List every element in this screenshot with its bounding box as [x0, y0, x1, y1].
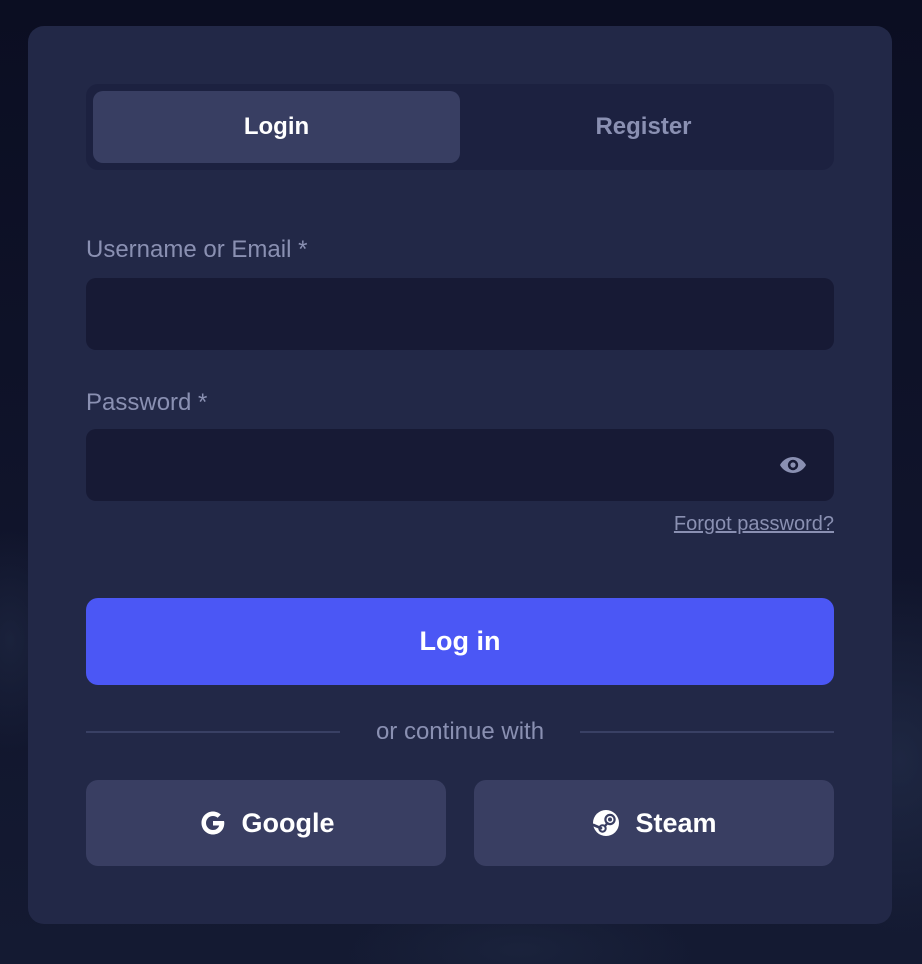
tab-login[interactable]: Login — [93, 91, 460, 163]
password-input[interactable] — [86, 429, 834, 501]
username-input[interactable] — [86, 278, 834, 350]
google-label: Google — [241, 807, 335, 838]
steam-label: Steam — [635, 807, 717, 838]
steam-icon — [591, 808, 621, 838]
auth-tabs: Login Register — [86, 84, 834, 170]
google-button[interactable]: Google — [86, 780, 446, 866]
divider-line-right — [580, 731, 834, 733]
forgot-password-link[interactable]: Forgot password? — [674, 513, 834, 536]
login-card: Login Register Username or Email * Passw… — [28, 26, 892, 924]
google-icon — [198, 808, 228, 838]
steam-button[interactable]: Steam — [474, 780, 834, 866]
password-label: Password * — [86, 389, 208, 416]
username-label: Username or Email * — [86, 236, 308, 263]
eye-icon[interactable] — [778, 452, 808, 478]
tab-register[interactable]: Register — [460, 91, 827, 163]
login-button[interactable]: Log in — [86, 598, 834, 685]
